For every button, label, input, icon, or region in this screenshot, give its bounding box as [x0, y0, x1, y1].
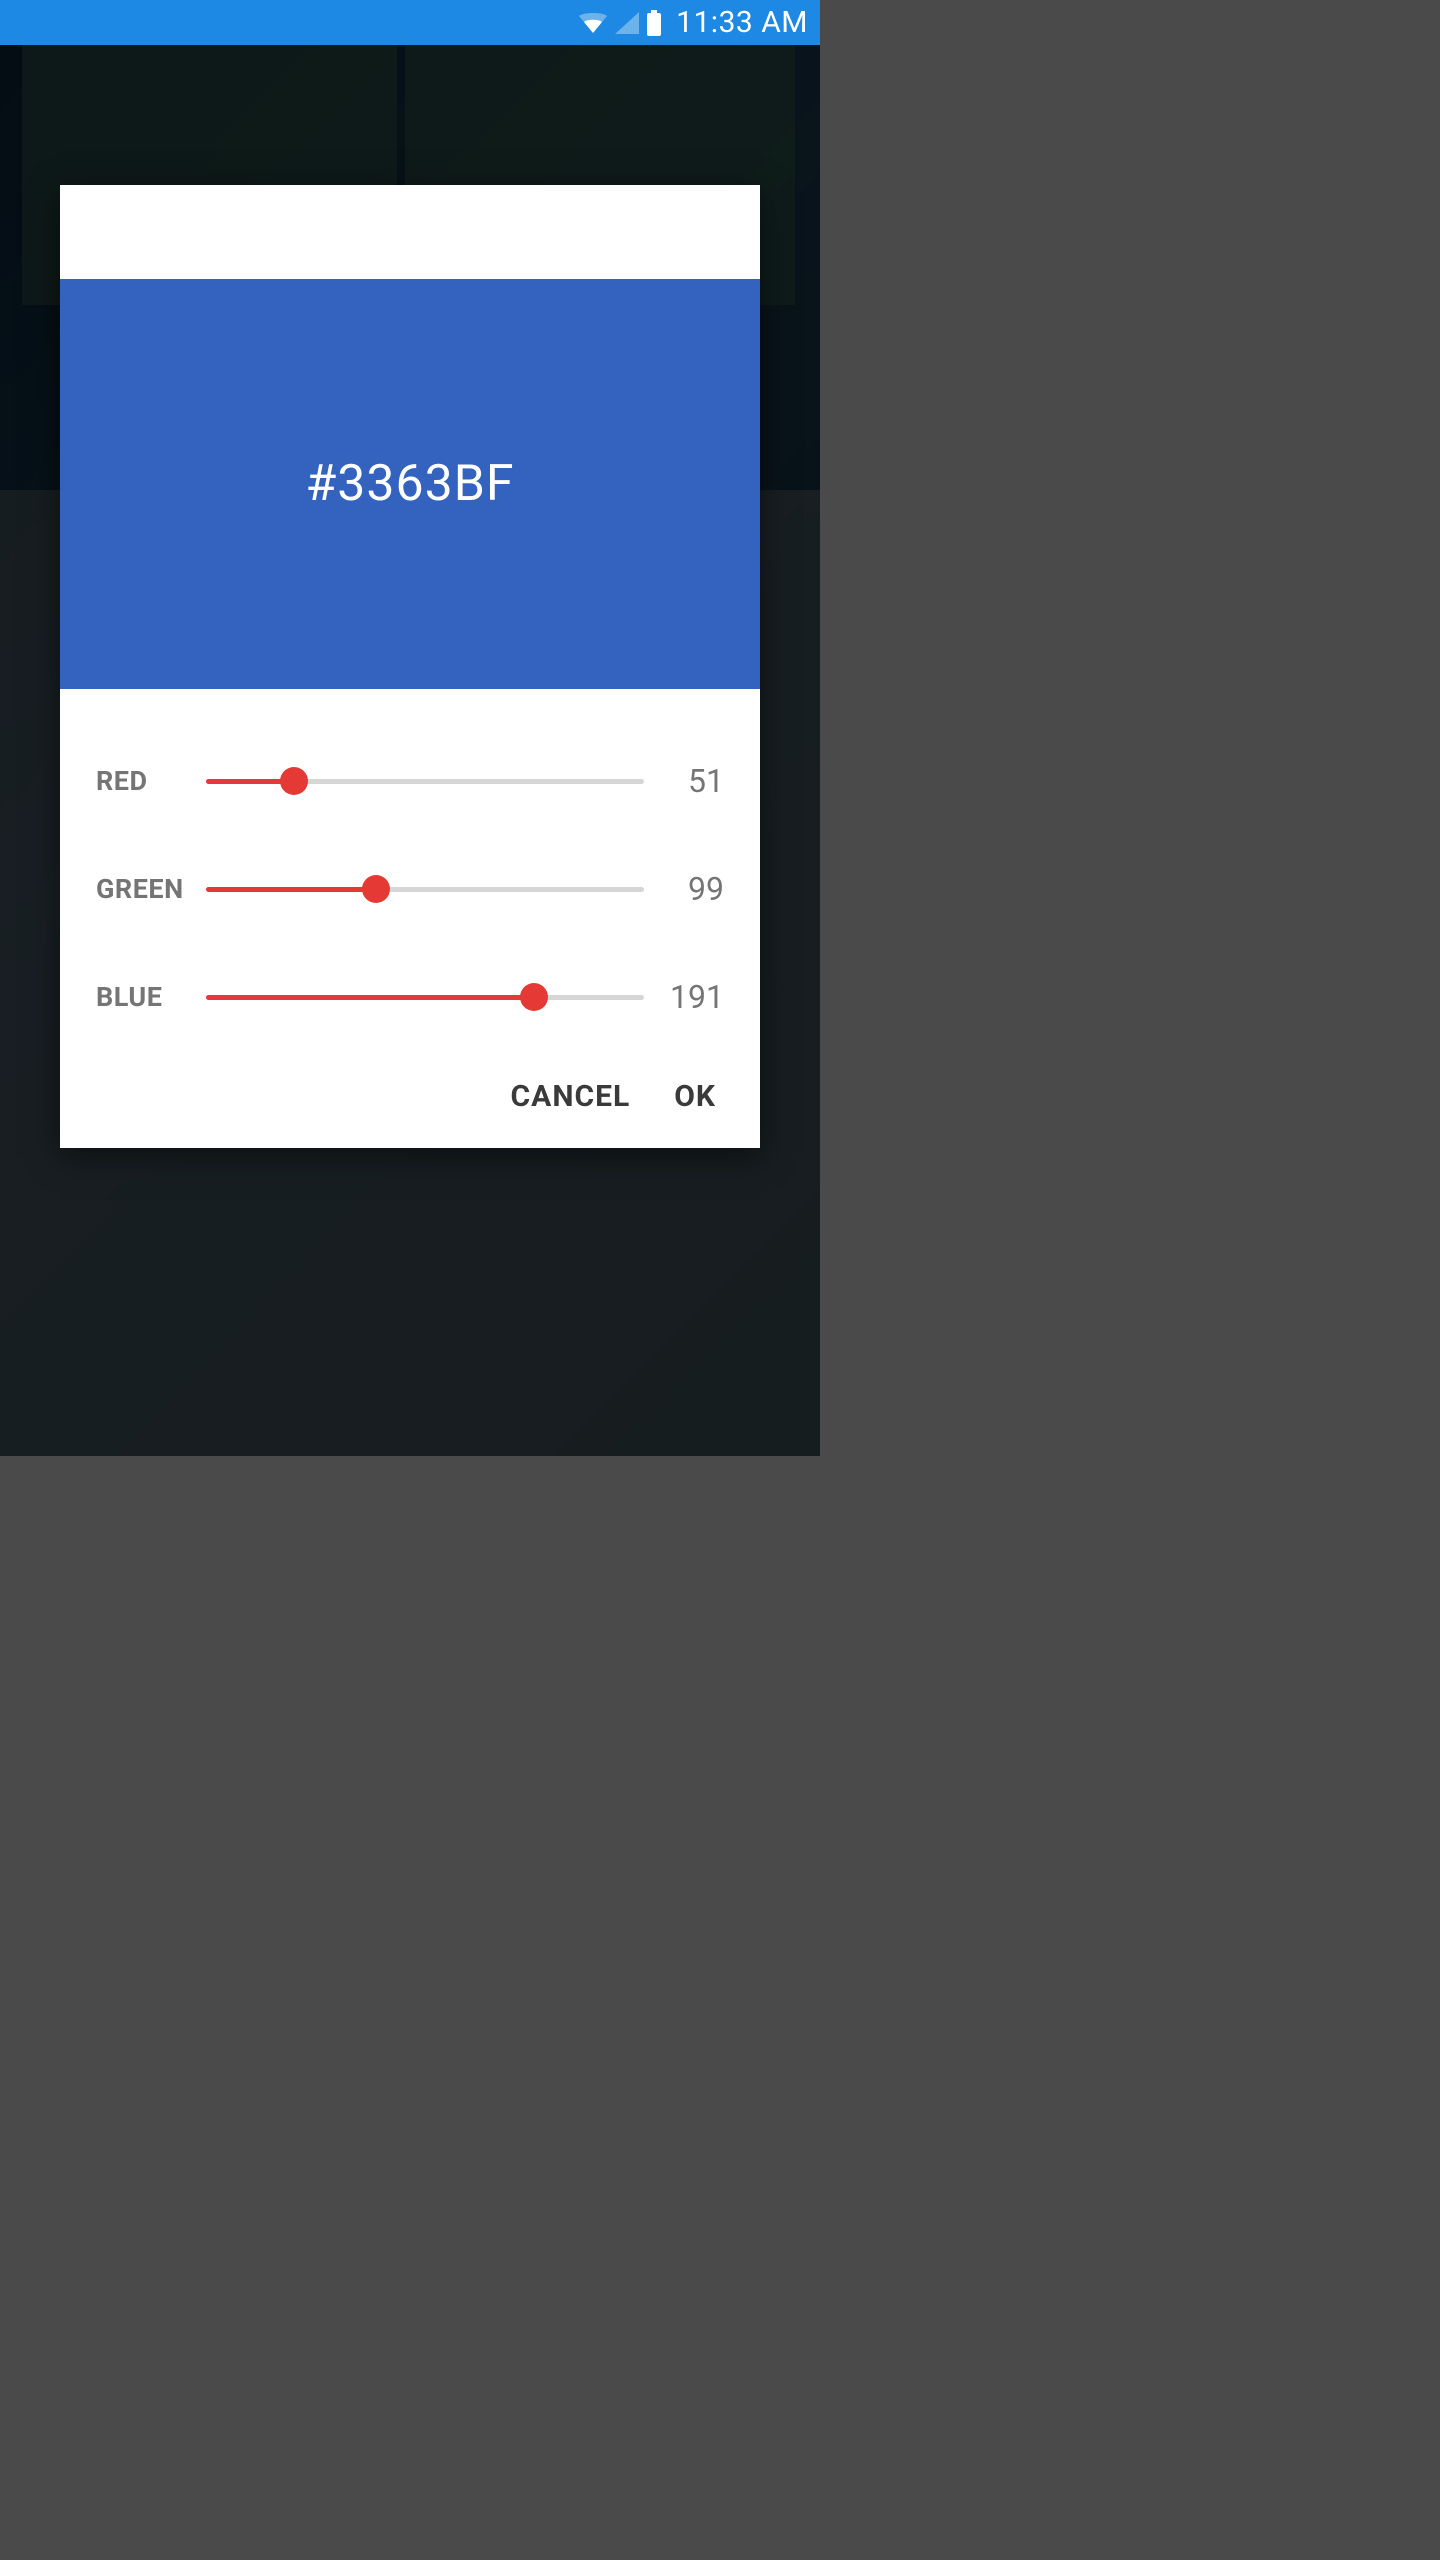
dialog-button-bar: CANCEL OK — [60, 1061, 760, 1148]
blue-slider-row: BLUE 191 — [96, 943, 724, 1051]
wifi-icon — [578, 11, 608, 35]
color-picker-dialog: #3363BF RED 51 GREEN 99 BLUE — [60, 185, 760, 1148]
green-slider-fill — [206, 887, 376, 892]
red-slider-label: RED — [96, 765, 206, 797]
green-slider[interactable] — [206, 871, 644, 907]
blue-slider-value: 191 — [644, 978, 724, 1016]
red-slider-thumb[interactable] — [280, 767, 308, 795]
cell-signal-icon — [614, 11, 640, 35]
red-slider-row: RED 51 — [96, 727, 724, 835]
sliders-container: RED 51 GREEN 99 BLUE 191 — [60, 689, 760, 1061]
status-icons: 11:33 AM — [578, 5, 808, 40]
cancel-button[interactable]: CANCEL — [511, 1079, 631, 1114]
status-bar: 11:33 AM — [0, 0, 820, 45]
green-slider-row: GREEN 99 — [96, 835, 724, 943]
green-slider-thumb[interactable] — [362, 875, 390, 903]
blue-slider-label: BLUE — [96, 981, 206, 1013]
hex-value-label: #3363BF — [306, 455, 515, 513]
battery-icon — [646, 10, 662, 36]
ok-button[interactable]: OK — [674, 1079, 716, 1114]
green-slider-value: 99 — [644, 870, 724, 908]
color-swatch: #3363BF — [60, 279, 760, 689]
red-slider[interactable] — [206, 763, 644, 799]
dialog-header — [60, 185, 760, 279]
red-slider-value: 51 — [644, 762, 724, 800]
status-time: 11:33 AM — [676, 5, 808, 40]
green-slider-label: GREEN — [96, 873, 206, 905]
blue-slider-thumb[interactable] — [520, 983, 548, 1011]
blue-slider[interactable] — [206, 979, 644, 1015]
blue-slider-fill — [206, 995, 534, 1000]
